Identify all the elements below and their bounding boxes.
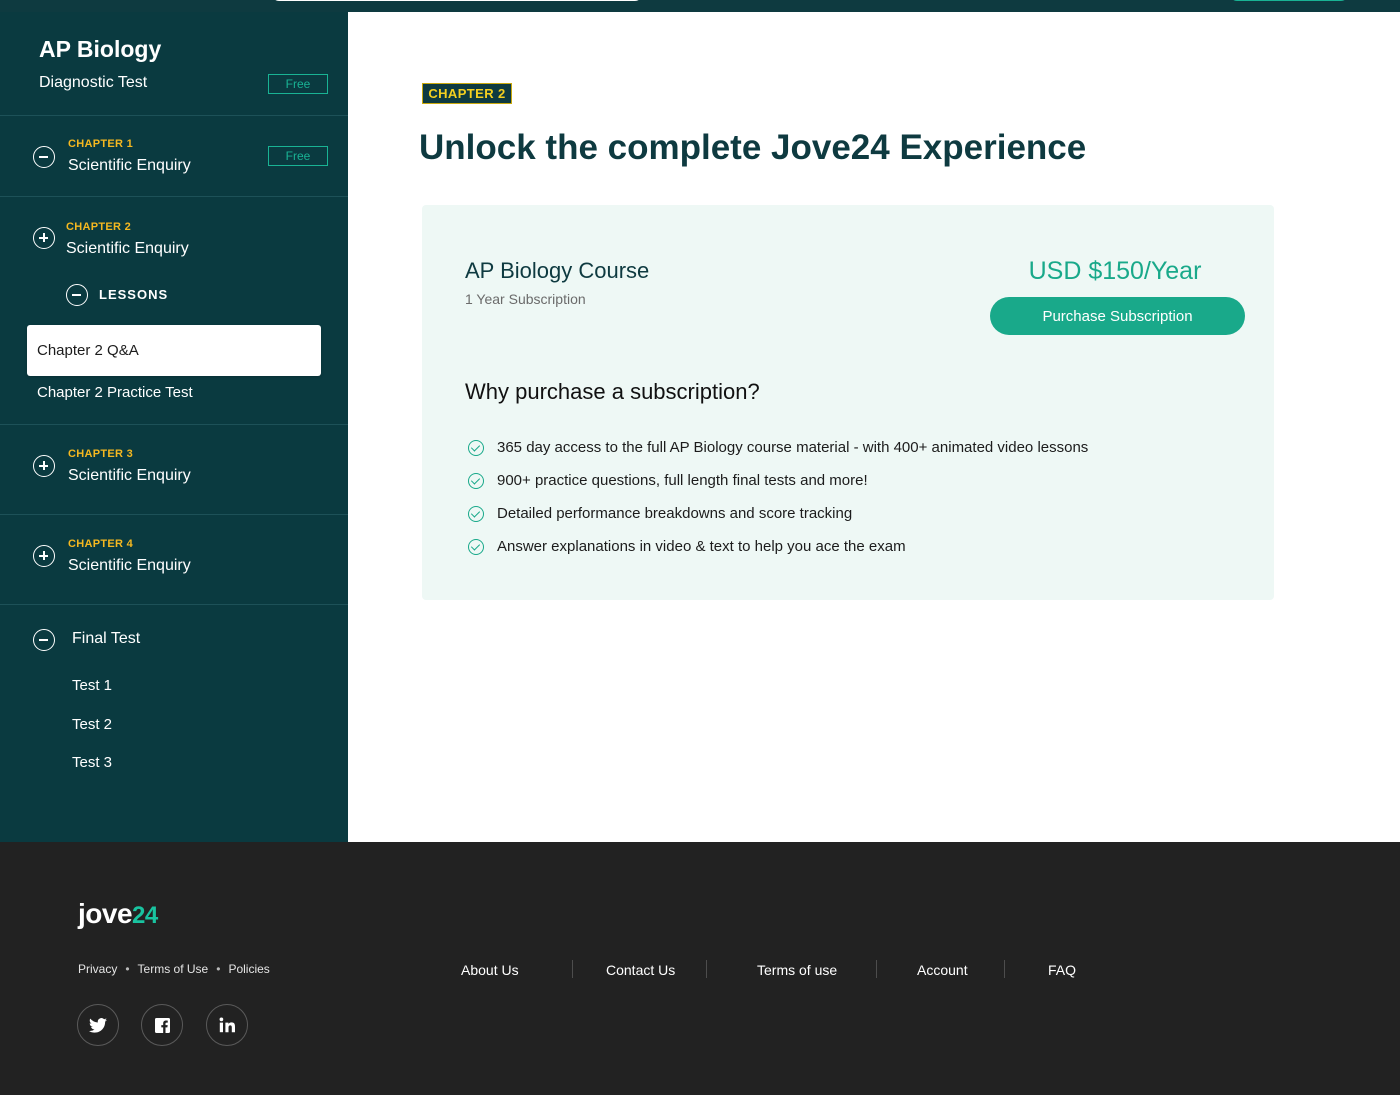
facebook-icon[interactable] — [141, 1004, 183, 1046]
expand-icon[interactable] — [33, 545, 55, 567]
page-title: Unlock the complete Jove24 Experience — [419, 128, 1087, 167]
collapse-icon[interactable] — [33, 146, 55, 168]
benefit-text: Detailed performance breakdowns and scor… — [497, 505, 853, 522]
course-header: AP Biology Diagnostic Test Free — [0, 12, 348, 116]
main-content: CHAPTER 2 Unlock the complete Jove24 Exp… — [348, 12, 1400, 842]
divider — [572, 960, 573, 978]
purchase-subscription-button[interactable]: Purchase Subscription — [990, 297, 1245, 335]
course-title: AP Biology — [39, 36, 162, 62]
logo-text: jove — [78, 898, 133, 929]
sidebar-chapter-1[interactable]: CHAPTER 1 Scientific Enquiry Free — [0, 116, 348, 197]
free-badge: Free — [268, 74, 328, 94]
footer-link-contact[interactable]: Contact Us — [606, 960, 675, 980]
chapter-label: CHAPTER 4 — [68, 538, 134, 550]
diagnostic-test-link[interactable]: Diagnostic Test — [39, 74, 147, 92]
subscription-duration: 1 Year Subscription — [465, 291, 586, 307]
top-nav-bar — [0, 0, 1400, 12]
separator-dot: • — [125, 962, 130, 976]
lessons-toggle[interactable]: LESSONS — [99, 287, 168, 302]
sidebar-chapter-4[interactable]: CHAPTER 4 Scientific Enquiry — [0, 515, 348, 605]
expand-icon[interactable] — [33, 455, 55, 477]
chapter-label: CHAPTER 3 — [68, 448, 134, 460]
test-item[interactable]: Test 3 — [72, 754, 112, 771]
sidebar-chapter-3[interactable]: CHAPTER 3 Scientific Enquiry — [0, 425, 348, 515]
lesson-item[interactable]: Chapter 2 Practice Test — [37, 384, 193, 401]
jove24-logo[interactable]: jove24 — [78, 898, 158, 930]
course-sidebar: AP Biology Diagnostic Test Free CHAPTER … — [0, 12, 348, 842]
footer-link-faq[interactable]: FAQ — [1048, 960, 1076, 980]
why-heading: Why purchase a subscription? — [465, 379, 760, 404]
course-name: AP Biology Course — [465, 258, 650, 283]
chapter-title: Scientific Enquiry — [68, 157, 191, 174]
check-circle-icon — [468, 472, 484, 489]
check-circle-icon — [468, 538, 484, 555]
divider — [1004, 960, 1005, 978]
chapter-title: Scientific Enquiry — [68, 557, 191, 574]
linkedin-icon[interactable] — [206, 1004, 248, 1046]
lesson-item-active[interactable]: Chapter 2 Q&A — [27, 325, 321, 376]
chapter-label: CHAPTER 2 — [66, 221, 132, 233]
check-circle-icon — [468, 439, 484, 456]
footer-link-account[interactable]: Account — [917, 960, 968, 980]
twitter-icon[interactable] — [77, 1004, 119, 1046]
chapter-label: CHAPTER 1 — [68, 138, 134, 150]
collapse-icon[interactable] — [33, 629, 55, 651]
collapse-icon[interactable] — [66, 284, 88, 306]
header-button[interactable] — [1230, 0, 1348, 1]
chapter-title: Scientific Enquiry — [66, 240, 189, 257]
terms-link[interactable]: Terms of Use — [138, 962, 209, 976]
subscription-card: AP Biology Course 1 Year Subscription US… — [422, 205, 1274, 600]
logo-number: 24 — [132, 902, 158, 929]
divider — [876, 960, 877, 978]
benefit-item: 365 day access to the full AP Biology co… — [468, 431, 1088, 464]
search-bar[interactable] — [272, 0, 642, 1]
check-circle-icon — [468, 505, 484, 522]
footer-link-about[interactable]: About Us — [461, 960, 519, 980]
test-item[interactable]: Test 2 — [72, 716, 112, 733]
policies-link[interactable]: Policies — [228, 962, 269, 976]
benefit-text: 365 day access to the full AP Biology co… — [497, 439, 1089, 456]
price: USD $150/Year — [1028, 257, 1202, 285]
benefits-list: 365 day access to the full AP Biology co… — [468, 431, 1088, 563]
final-test-toggle[interactable]: Final Test — [72, 630, 140, 648]
benefit-text: Answer explanations in video & text to h… — [497, 538, 906, 555]
benefit-text: 900+ practice questions, full length fin… — [497, 472, 868, 489]
chapter-title: Scientific Enquiry — [68, 467, 191, 484]
benefit-item: Detailed performance breakdowns and scor… — [468, 497, 1088, 530]
legal-links: Privacy • Terms of Use • Policies — [78, 962, 270, 976]
benefit-item: 900+ practice questions, full length fin… — [468, 464, 1088, 497]
expand-icon[interactable] — [33, 227, 55, 249]
divider — [706, 960, 707, 978]
chapter-badge: CHAPTER 2 — [422, 83, 512, 104]
site-footer: jove24 Privacy • Terms of Use • Policies… — [0, 842, 1400, 1095]
footer-link-terms[interactable]: Terms of use — [757, 960, 837, 980]
test-item[interactable]: Test 1 — [72, 677, 112, 694]
separator-dot: • — [216, 962, 221, 976]
free-badge: Free — [268, 146, 328, 166]
benefit-item: Answer explanations in video & text to h… — [468, 530, 1088, 563]
privacy-link[interactable]: Privacy — [78, 962, 117, 976]
